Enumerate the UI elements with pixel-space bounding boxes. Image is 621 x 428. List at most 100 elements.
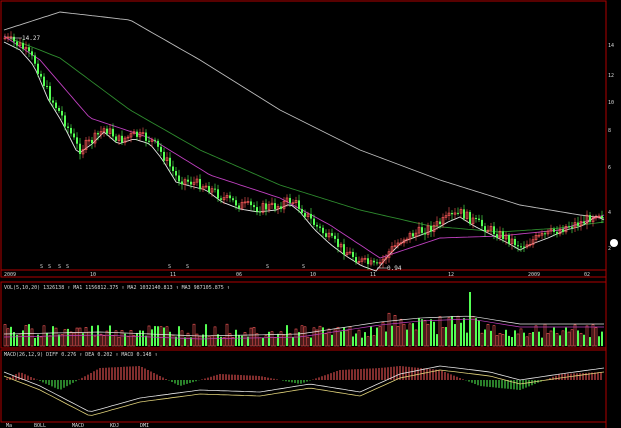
candle-down [73,133,75,138]
candle-down [568,226,570,228]
volume-bar-down [385,331,387,346]
candle-down [274,203,276,210]
candle-down [70,127,72,134]
volume-bar-down [523,332,525,346]
volume-bar-down [205,324,207,346]
candle-down [148,140,150,142]
volume-bar-down [136,332,138,346]
candle-down [481,219,483,227]
x-tick-label: 10 [90,272,96,278]
volume-bar-down [22,330,24,346]
volume-bar-down [391,325,393,346]
candle-down [37,63,39,74]
volume-bar-down [355,333,357,346]
candle-down [502,231,504,239]
candle-down [478,218,480,220]
candle-down [214,188,216,190]
volume-bar-down [583,334,585,346]
volume-bar-down [538,331,540,346]
volume-bar-down [145,335,147,346]
candle-down [250,201,252,206]
candle-down [583,221,585,224]
volume-bar-down [340,331,342,346]
volume-bar-down [433,321,435,346]
candle-down [58,108,60,111]
volume-bar-down [490,330,492,346]
tab-macd[interactable]: MACD [72,423,84,428]
candle-down [34,55,36,64]
y-tick-label: 6 [608,165,611,171]
tab-boll[interactable]: BOLL [34,423,46,428]
low-price-label: 0.94 [387,265,402,272]
candle-down [46,85,48,87]
y-tick-label: 4 [608,210,611,216]
candle-down [145,132,147,141]
candle-down [154,139,156,141]
candle-down [319,226,321,228]
volume-bar-down [451,316,453,346]
volume-bar-down [565,327,567,346]
x-tick-label: 12 [448,272,454,278]
volume-bar-down [376,327,378,346]
tab-kdj[interactable]: KDJ [110,423,119,428]
candle-down [553,229,555,232]
volume-bar-down [418,318,420,346]
event-marker: S [48,264,51,270]
volume-bar-down [217,334,219,346]
y-tick-label: 10 [608,100,614,106]
x-tick-label: 2009 [528,272,540,278]
candle-down [235,200,237,206]
candle-down [253,205,255,208]
candle-down [76,137,78,144]
candle-down [181,181,183,185]
x-tick-label: 10 [310,272,316,278]
candle-down [514,239,516,246]
candle-down [31,51,33,56]
candle-down [199,179,201,190]
volume-bar-down [478,320,480,346]
volume-bar-down [589,337,591,346]
candle-down [259,211,261,213]
tab-ma[interactable]: Ma [6,423,12,428]
volume-bar-down [238,335,240,346]
candle-down [310,213,312,219]
volume-bar-down [511,337,513,346]
event-marker: S [186,264,189,270]
volume-bar-down [67,328,69,346]
candle-down [115,136,117,141]
volume-bar-down [532,331,534,346]
volume-bar-down [163,327,165,346]
candle-down [208,186,210,193]
x-tick-label: 11 [370,272,376,278]
candle-down [16,41,18,46]
volume-bar-down [352,336,354,346]
volume-bar-down [601,331,603,346]
tab-dmi[interactable]: DMI [140,423,149,428]
macd-legend: MACD(26,12,9) DIFF 0.276 ↑ DEA 0.202 ↑ M… [4,352,158,358]
candle-down [325,233,327,237]
event-marker: S [58,264,61,270]
candle-down [106,128,108,134]
candle-down [256,207,258,212]
volume-bar-down [292,337,294,346]
candle-down [343,244,345,255]
volume-bar-down [58,334,60,346]
candle-down [289,197,291,203]
volume-bar-down [598,336,600,346]
candle-down [163,151,165,161]
volume-bar-down [142,330,144,346]
volume-bar-down [541,337,543,346]
candle-down [49,86,51,101]
volume-bar-down [286,325,288,346]
candle-down [331,233,333,236]
candle-down [178,175,180,182]
candle-down [220,198,222,200]
candle-down [190,181,192,185]
volume-bar-down [445,327,447,346]
volume-bar-down [370,326,372,346]
event-marker: S [66,264,69,270]
x-tick-label: 2009 [4,272,16,278]
candle-down [67,126,69,128]
volume-bar-down [241,335,243,346]
candle-down [112,128,114,137]
